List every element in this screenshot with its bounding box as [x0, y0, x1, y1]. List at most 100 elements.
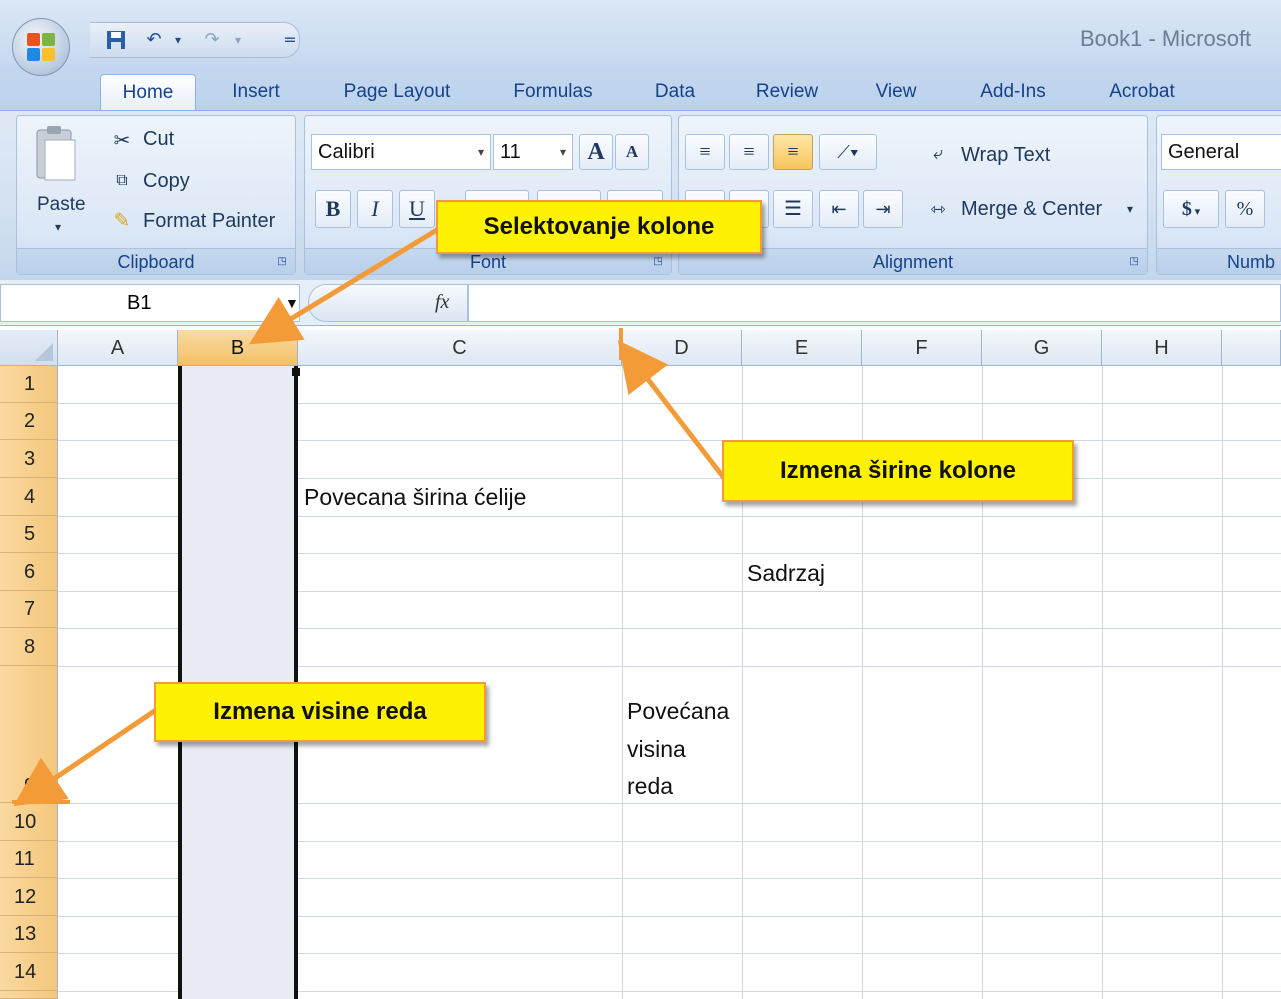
row-header-4[interactable]: 4 [0, 478, 58, 516]
row-header-6[interactable]: 6 [0, 553, 58, 591]
cell-d9-line3[interactable]: reda [627, 773, 673, 800]
bold-button[interactable]: B [315, 190, 351, 228]
chevron-down-icon[interactable]: ▼ [285, 285, 299, 321]
redo-icon[interactable]: ↷ [200, 29, 224, 51]
select-all-button[interactable] [0, 330, 58, 366]
clipboard-group: Paste ▾ ✂ Cut ⧉ Copy ✎ Format Painter Cl… [16, 115, 296, 275]
tab-acrobat[interactable]: Acrobat [1090, 74, 1194, 110]
undo-dropdown-icon[interactable]: ▾ [166, 29, 190, 51]
save-icon[interactable] [104, 29, 128, 51]
wrap-text-button[interactable]: Wrap Text [961, 144, 1050, 167]
tab-view[interactable]: View [858, 74, 934, 110]
italic-button[interactable]: I [357, 190, 393, 228]
row-header-2[interactable]: 2 [0, 403, 58, 440]
increase-indent-icon[interactable]: ⇥ [863, 190, 903, 228]
redo-dropdown-icon[interactable]: ▾ [226, 29, 250, 51]
cell-d9-line1[interactable]: Povećana [627, 698, 729, 725]
column-header-g[interactable]: G [982, 330, 1102, 366]
number-format-value: General [1168, 141, 1240, 163]
percent-button[interactable]: % [1225, 190, 1265, 228]
currency-button[interactable]: $ ▾ [1163, 190, 1219, 228]
column-header-b[interactable]: B [178, 330, 298, 366]
row-header-13[interactable]: 13 [0, 916, 58, 953]
wrap-text-icon: ⤶ [932, 143, 944, 164]
callout-select-column: Selektovanje kolone [436, 200, 762, 254]
fill-handle[interactable] [292, 368, 300, 376]
alignment-launcher-icon[interactable]: ◳ [1127, 255, 1141, 269]
tab-add-ins[interactable]: Add-Ins [960, 74, 1066, 110]
insert-function-icon[interactable]: fx [435, 291, 449, 314]
office-button[interactable] [12, 18, 70, 76]
underline-button[interactable]: U [399, 190, 435, 228]
tab-review[interactable]: Review [738, 74, 836, 110]
font-size-value: 11 [500, 141, 521, 163]
column-header-f[interactable]: F [862, 330, 982, 366]
column-header-e[interactable]: E [742, 330, 862, 366]
select-all-triangle-icon [35, 343, 53, 361]
tab-home[interactable]: Home [100, 74, 196, 110]
copy-button[interactable]: Copy [143, 170, 190, 193]
paste-icon[interactable] [31, 124, 81, 192]
worksheet-grid: A B C D E F G H 1 2 3 4 5 6 7 8 9 10 11 … [0, 330, 1281, 999]
tab-page-layout[interactable]: Page Layout [322, 74, 472, 110]
tab-data[interactable]: Data [636, 74, 714, 110]
align-right-icon[interactable]: ☰ [773, 190, 813, 228]
row-header-10[interactable]: 10 [0, 803, 58, 841]
tab-formulas[interactable]: Formulas [494, 74, 612, 110]
row-header-1[interactable]: 1 [0, 366, 58, 403]
row-header-14[interactable]: 14 [0, 953, 58, 991]
undo-icon[interactable]: ↶ [142, 29, 166, 51]
row-header-15[interactable] [0, 991, 58, 999]
number-group: General $ ▾ % Numb [1156, 115, 1281, 275]
quick-access-toolbar: ↶ ▾ ↷ ▾ = [90, 22, 300, 58]
row-header-11[interactable]: 11 [0, 841, 58, 878]
cell-c4[interactable]: Povecana širina ćelije [304, 484, 526, 511]
row-header-5[interactable]: 5 [0, 516, 58, 553]
column-header-d[interactable]: D [622, 330, 742, 366]
row-header-12[interactable]: 12 [0, 878, 58, 916]
number-format-select[interactable]: General [1161, 134, 1281, 170]
merge-center-icon: ⇿ [930, 199, 946, 220]
clipboard-launcher-icon[interactable]: ◳ [275, 255, 289, 269]
paste-dropdown-icon[interactable]: ▾ [55, 220, 61, 234]
merge-center-button[interactable]: Merge & Center [961, 198, 1102, 221]
formula-input[interactable] [468, 284, 1281, 322]
align-middle-icon[interactable]: ≡ [729, 134, 769, 170]
chevron-down-icon: ▾ [477, 145, 484, 159]
row-header-8[interactable]: 8 [0, 628, 58, 666]
cell-d9-line2[interactable]: visina [627, 736, 686, 763]
customize-qat-icon[interactable]: = [278, 29, 302, 51]
number-group-label: Numb [1157, 248, 1281, 274]
ribbon: Paste ▾ ✂ Cut ⧉ Copy ✎ Format Painter Cl… [0, 110, 1281, 280]
row-header-7[interactable]: 7 [0, 591, 58, 628]
column-header-a[interactable]: A [58, 330, 178, 366]
clipboard-group-label: Clipboard [17, 248, 295, 274]
cell-e6[interactable]: Sadrzaj [747, 560, 825, 587]
shrink-font-button[interactable]: A [615, 134, 649, 170]
name-box[interactable]: B1 ▼ [0, 284, 300, 322]
merge-dropdown-icon[interactable]: ▾ [1127, 202, 1133, 216]
gridline [1222, 366, 1223, 999]
formula-bar: B1 ▼ fx [0, 280, 1281, 326]
align-top-icon[interactable]: ≡ [685, 134, 725, 170]
tab-insert[interactable]: Insert [214, 74, 298, 110]
column-header-c[interactable]: C [298, 330, 622, 366]
scissors-icon: ✂ [113, 128, 131, 152]
font-name-select[interactable]: Calibri ▾ [311, 134, 491, 170]
paste-button[interactable]: Paste [37, 194, 86, 216]
orientation-icon[interactable]: ⟋▾ [819, 134, 877, 170]
grow-font-button[interactable]: A [579, 134, 613, 170]
row-header-9[interactable]: 9 [0, 666, 58, 803]
chevron-down-icon: ▾ [559, 145, 566, 159]
align-bottom-icon[interactable]: ≡ [773, 134, 813, 170]
row-header-3[interactable]: 3 [0, 440, 58, 478]
cut-button[interactable]: Cut [143, 128, 174, 151]
column-header-next[interactable] [1222, 330, 1281, 366]
decrease-indent-icon[interactable]: ⇤ [819, 190, 859, 228]
title-bar: ↶ ▾ ↷ ▾ = Book1 - Microsoft [0, 0, 1281, 64]
chevron-down-icon: ▾ [1191, 206, 1201, 218]
font-launcher-icon[interactable]: ◳ [651, 255, 665, 269]
column-header-h[interactable]: H [1102, 330, 1222, 366]
format-painter-button[interactable]: Format Painter [143, 210, 275, 233]
font-size-select[interactable]: 11 ▾ [493, 134, 573, 170]
